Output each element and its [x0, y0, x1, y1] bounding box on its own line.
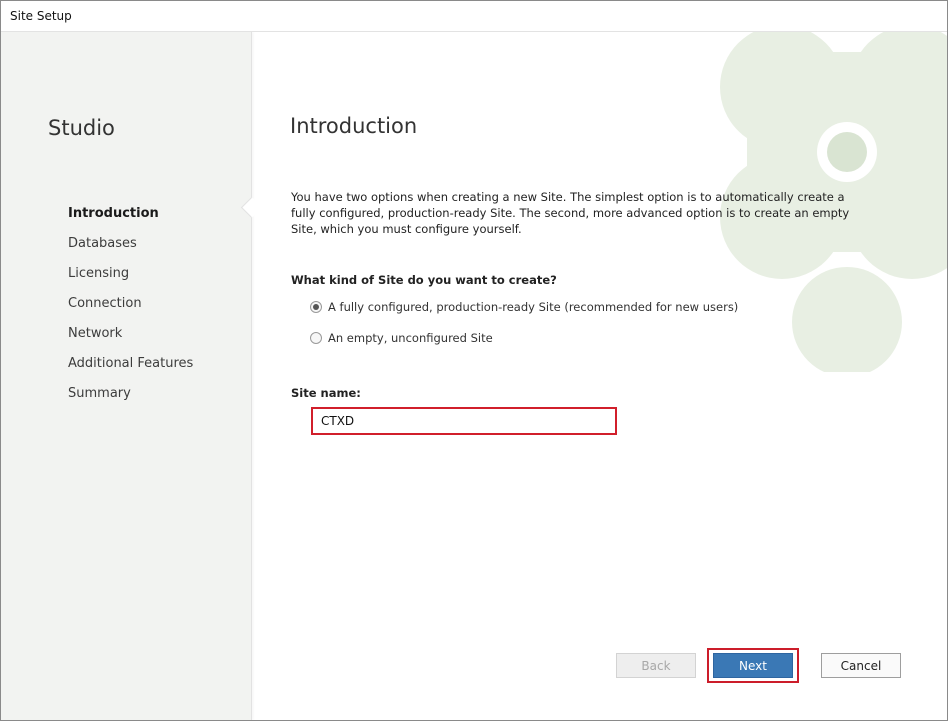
- step-summary[interactable]: Summary: [68, 386, 193, 416]
- app-name: Studio: [48, 116, 115, 140]
- title-bar: Site Setup: [1, 1, 947, 32]
- radio-fully-configured[interactable]: [310, 301, 322, 313]
- site-name-label: Site name:: [291, 386, 361, 400]
- step-licensing[interactable]: Licensing: [68, 266, 193, 296]
- step-introduction[interactable]: Introduction: [68, 206, 193, 236]
- step-additional-features[interactable]: Additional Features: [68, 356, 193, 386]
- cancel-button[interactable]: Cancel: [821, 653, 901, 678]
- site-type-question: What kind of Site do you want to create?: [291, 273, 557, 287]
- option-empty-site[interactable]: An empty, unconfigured Site: [310, 331, 493, 345]
- step-network[interactable]: Network: [68, 326, 193, 356]
- wizard-sidebar: Studio Introduction Databases Licensing …: [1, 32, 252, 720]
- main-panel: Introduction You have two options when c…: [252, 32, 947, 720]
- option-fully-configured-label: A fully configured, production-ready Sit…: [328, 300, 739, 314]
- wizard-content: Studio Introduction Databases Licensing …: [1, 32, 947, 720]
- option-empty-site-label: An empty, unconfigured Site: [328, 331, 493, 345]
- step-connection[interactable]: Connection: [68, 296, 193, 326]
- site-name-input[interactable]: [311, 407, 617, 435]
- site-setup-window: Site Setup Studio Introduction Databases…: [0, 0, 948, 721]
- step-list: Introduction Databases Licensing Connect…: [68, 206, 193, 416]
- option-fully-configured[interactable]: A fully configured, production-ready Sit…: [310, 300, 738, 314]
- intro-description: You have two options when creating a new…: [291, 190, 850, 236]
- radio-empty-site[interactable]: [310, 332, 322, 344]
- back-button[interactable]: Back: [616, 653, 696, 678]
- page-heading: Introduction: [290, 114, 418, 138]
- step-databases[interactable]: Databases: [68, 236, 193, 266]
- next-button[interactable]: Next: [713, 653, 793, 678]
- window-title: Site Setup: [10, 9, 72, 23]
